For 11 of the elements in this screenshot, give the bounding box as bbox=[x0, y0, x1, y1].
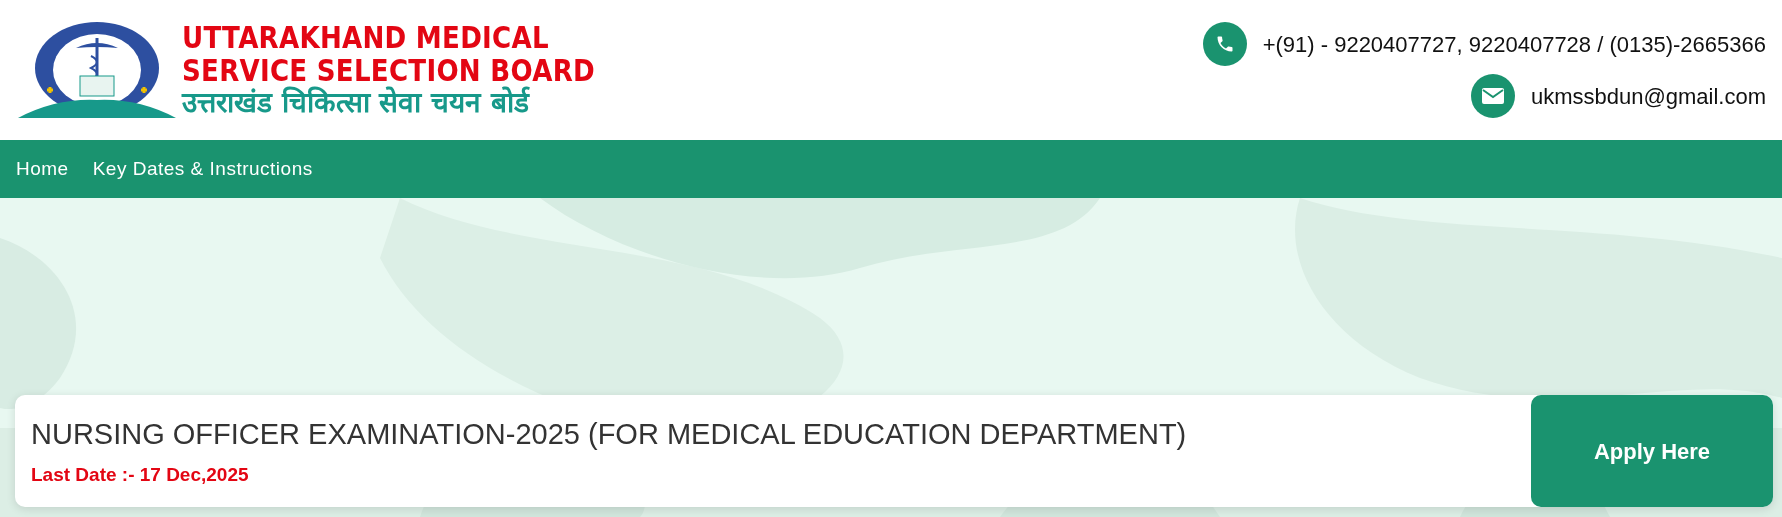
last-date: Last Date :- 17 Dec,2025 bbox=[31, 462, 250, 487]
nav-link[interactable]: Key Dates & Instructions bbox=[92, 154, 313, 184]
envelope-icon bbox=[1480, 87, 1505, 105]
apply-button[interactable]: Apply Here bbox=[1531, 395, 1773, 507]
board-name: UTTARAKHAND MEDICAL bbox=[182, 21, 550, 54]
board-name-hindi: उत्तराखंड चिकित्सा सेवा चयन बोर्ड bbox=[182, 87, 531, 119]
nav-link[interactable]: Home bbox=[16, 154, 69, 184]
phone-numbers: +(91) - 9220407727, 9220407728 / (0135)-2665366 bbox=[1262, 30, 1766, 59]
email-link[interactable]: ukmssbdun@gmail.com bbox=[1530, 79, 1766, 113]
notice-title: NURSING OFFICER EXAMINATION-2025 (FOR MEDICAL EDUCATION DEPARTMENT) bbox=[31, 417, 1187, 452]
board-name: SERVICE SELECTION BOARD bbox=[182, 54, 595, 87]
